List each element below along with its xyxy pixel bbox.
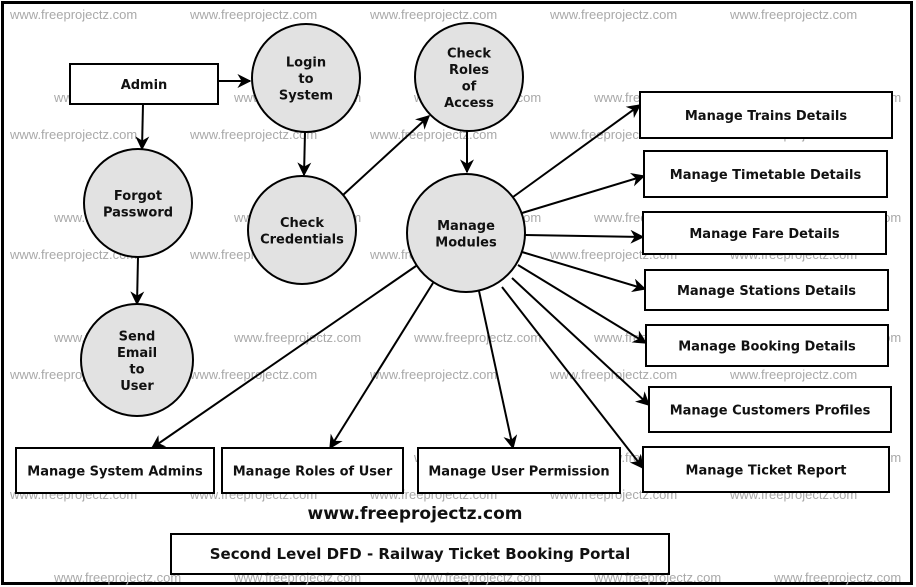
box-booking: Manage Booking Details xyxy=(645,324,889,367)
process-send-email: Send Emailto User xyxy=(80,303,194,417)
watermark-text: www.freeprojectz.com xyxy=(413,330,541,345)
box-label: Manage Customers Profiles xyxy=(670,404,871,419)
process-label: Check xyxy=(447,46,491,61)
process-label: Send xyxy=(119,329,156,344)
box-ticket-report: Manage Ticket Report xyxy=(642,446,890,493)
dfd-diagram: www.freeprojectz.com www.freeprojectz.com… xyxy=(9,7,901,585)
watermark-text: www.freeprojectz.com xyxy=(549,367,677,382)
process-check-credentials: CheckCredentials xyxy=(247,175,357,285)
box-timetable: Manage Timetable Details xyxy=(643,150,888,198)
box-permission: Manage User Permission xyxy=(417,447,621,494)
box-label: Manage Timetable Details xyxy=(670,168,862,183)
box-label: Admin xyxy=(121,78,168,93)
flow-arrow-login-to-check_credentials xyxy=(297,131,312,177)
process-label: Modules xyxy=(435,235,497,250)
website-label: www.freeprojectz.com xyxy=(308,504,523,524)
process-label: Manage xyxy=(437,219,495,234)
watermark-text: www.freeprojectz.com xyxy=(369,7,497,22)
box-admin: Admin xyxy=(69,63,219,105)
box-system-admins: Manage System Admins xyxy=(15,447,215,494)
box-stations: Manage Stations Details xyxy=(644,269,889,311)
process-check-roles: Check Rolesof Access xyxy=(414,22,524,132)
watermark-text: www.freeprojectz.com xyxy=(9,127,137,142)
process-label: System xyxy=(279,89,333,104)
box-label: Manage Stations Details xyxy=(677,284,856,299)
process-login: Loginto System xyxy=(251,23,361,133)
flow-arrow-manage_modules-to-fare xyxy=(524,229,645,244)
box-label: Manage Roles of User xyxy=(233,465,393,480)
process-manage-modules: ManageModules xyxy=(406,173,526,293)
diagram-title: Second Level DFD - Railway Ticket Bookin… xyxy=(210,545,630,563)
box-label: Manage Trains Details xyxy=(685,109,847,124)
box-customers: Manage Customers Profiles xyxy=(648,386,892,433)
process-label: Check xyxy=(280,216,324,231)
process-label: Credentials xyxy=(260,232,344,247)
box-label: Manage System Admins xyxy=(27,465,203,480)
process-label: Login xyxy=(286,56,326,71)
flow-arrow-manage_modules-to-roles xyxy=(329,282,434,450)
process-label: to xyxy=(298,72,313,87)
process-label: of xyxy=(462,79,477,94)
box-label: Manage Booking Details xyxy=(678,340,856,355)
watermark-text: www.freeprojectz.com xyxy=(593,570,721,585)
process-label: Access xyxy=(444,96,494,111)
flow-arrow-manage_modules-to-timetable xyxy=(521,172,646,214)
process-label: Roles xyxy=(449,63,489,78)
box-label: Manage Fare Details xyxy=(689,227,840,242)
watermark-text: www.freeprojectz.com xyxy=(549,7,677,22)
process-forgot: ForgotPassword xyxy=(83,148,193,258)
watermark-text: www.freeprojectz.com xyxy=(189,7,317,22)
watermark-text: www.freeprojectz.com xyxy=(729,367,857,382)
box-roles: Manage Roles of User xyxy=(221,447,404,494)
watermark-text: www.freeprojectz.com xyxy=(369,367,497,382)
watermark-text: www.freeprojectz.com xyxy=(729,7,857,22)
watermark-text: www.freeprojectz.com xyxy=(413,570,541,585)
flow-arrow-admin-to-forgot xyxy=(135,103,150,151)
process-label: to xyxy=(129,362,144,377)
watermark-text: www.freeprojectz.com xyxy=(9,7,137,22)
process-label: User xyxy=(120,379,154,394)
box-label: Manage User Permission xyxy=(428,465,609,480)
watermark-text: www.freeprojectz.com xyxy=(233,570,361,585)
box-label: Manage Ticket Report xyxy=(686,464,847,479)
box-fare: Manage Fare Details xyxy=(642,211,887,255)
watermark-text: www.freeprojectz.com xyxy=(189,367,317,382)
watermark-text: www.freeprojectz.com xyxy=(233,330,361,345)
watermark-text: www.freeprojectz.com xyxy=(53,570,181,585)
process-label: Forgot xyxy=(114,189,162,204)
flow-arrow-forgot-to-send_email xyxy=(130,256,145,306)
process-label: Email xyxy=(117,346,157,361)
box-trains: Manage Trains Details xyxy=(639,91,893,139)
watermark-text: www.freeprojectz.com xyxy=(773,570,901,585)
process-label: Password xyxy=(103,205,173,220)
